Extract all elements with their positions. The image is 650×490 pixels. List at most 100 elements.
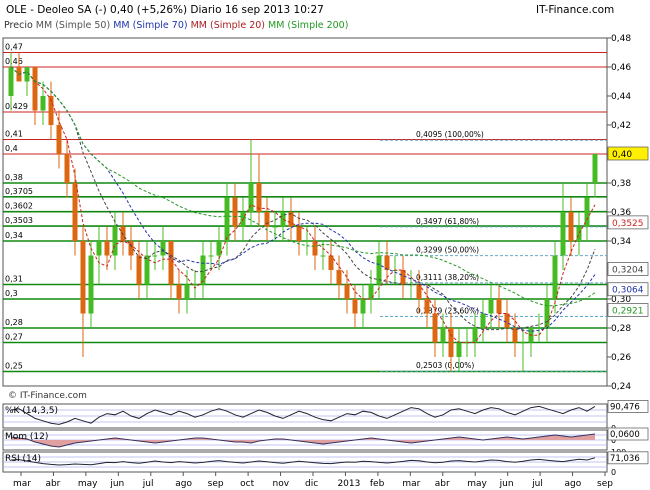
candle-body xyxy=(384,255,390,270)
candle-body xyxy=(40,96,46,111)
y-tick-label: 0,44 xyxy=(611,92,631,102)
candle-body xyxy=(440,328,446,343)
legend-text: Precio MM (Simple 50) MM (Simple 70) MM … xyxy=(4,20,348,31)
candle-body xyxy=(336,270,342,285)
fib-label: 0,4095 (100,00%) xyxy=(416,130,484,139)
candle-body xyxy=(360,299,366,314)
candle-body xyxy=(512,328,518,343)
fib-label: 0,3497 (61,80%) xyxy=(416,217,479,226)
price-marker-label: 0,3064 xyxy=(612,286,644,296)
candle-body xyxy=(112,226,118,256)
candle-body xyxy=(8,67,14,96)
x-tick-label: ago xyxy=(175,479,192,489)
indicator-title: Mom (12) xyxy=(5,432,48,442)
indicator-value-label: 90,476 xyxy=(610,402,640,412)
level-label: 0,41 xyxy=(5,130,23,139)
x-tick-label: abr xyxy=(435,479,450,489)
indicator-title: RSI (14) xyxy=(5,454,41,464)
legend-item: MM (Simple 70) xyxy=(110,20,187,31)
candle-body xyxy=(168,241,174,285)
x-tick-label: dic xyxy=(305,479,318,489)
candle-body xyxy=(152,255,158,257)
candle-body xyxy=(344,284,350,299)
candle-body xyxy=(104,241,110,256)
candle-body xyxy=(64,154,70,183)
momentum-panel: Mom (12) 00,0600 xyxy=(2,427,649,451)
x-tick-label: jun xyxy=(109,479,124,489)
x-tick-label: oct xyxy=(240,479,254,489)
candle-body xyxy=(320,255,326,257)
level-label: 0,27 xyxy=(5,333,23,342)
candle-body xyxy=(352,299,358,314)
level-label: 0,31 xyxy=(5,275,23,284)
candle-body xyxy=(424,299,430,314)
candle-body xyxy=(456,342,462,357)
candle-body xyxy=(264,212,270,227)
candle-body xyxy=(544,299,550,328)
x-tick-label: jul xyxy=(531,479,543,489)
x-tick-label: jul xyxy=(142,479,154,489)
indicator-title: %K (14,3,5) xyxy=(5,406,58,416)
indicator-value-label: 71,036 xyxy=(610,454,640,464)
candle-body xyxy=(32,67,38,111)
chart-header-brand: IT-Finance.com xyxy=(536,4,614,16)
level-label: 0,3602 xyxy=(5,202,33,211)
y-tick-label: 0,38 xyxy=(611,179,631,189)
level-label: 0,28 xyxy=(5,318,23,327)
x-tick-label: mar xyxy=(13,479,31,489)
candle-body xyxy=(72,183,78,241)
candle-body xyxy=(296,226,302,241)
watermark: © IT-Finance.com xyxy=(8,391,87,401)
y-tick-label: 0,46 xyxy=(611,63,631,73)
candle-body xyxy=(184,284,190,299)
candle-body xyxy=(304,241,310,242)
legend-item: MM (Simple 20) xyxy=(188,20,265,31)
price-marker-label: 0,3204 xyxy=(612,265,644,275)
candle-body xyxy=(200,255,206,285)
y-tick-label: 0,34 xyxy=(611,237,631,247)
x-tick-label: nov xyxy=(273,479,290,489)
candle-body xyxy=(136,255,142,285)
legend-item: MM (Simple 50) xyxy=(33,20,110,31)
level-label: 0,429 xyxy=(5,102,28,111)
candle-body xyxy=(56,125,62,154)
candle-body xyxy=(432,313,438,343)
x-tick-label: mar xyxy=(402,479,420,489)
candle-body xyxy=(536,328,542,329)
candle-body xyxy=(576,226,582,241)
candle-body xyxy=(208,255,214,257)
fib-label: 0,3111 (38,20%) xyxy=(416,273,479,282)
level-label: 0,34 xyxy=(5,231,23,240)
candle-body xyxy=(96,241,102,256)
price-marker-label: 0,2921 xyxy=(612,306,644,316)
indicator-y-tick: 0 xyxy=(611,468,616,477)
price-marker-label: 0,3525 xyxy=(612,219,644,229)
legend: Precio MM (Simple 50) MM (Simple 70) MM … xyxy=(4,20,348,31)
x-tick-label: sep xyxy=(208,479,224,489)
candle-body xyxy=(232,197,238,227)
candle-body xyxy=(552,255,558,299)
x-tick-label: feb xyxy=(370,479,385,489)
level-label: 0,47 xyxy=(5,43,23,52)
candle-body xyxy=(328,255,334,270)
price-panel: 0,47 0,46 0,429 0,41 0,4 0,38 0,3705 0,3602 0,35… xyxy=(2,34,649,392)
y-tick-label: 0,24 xyxy=(611,382,631,392)
legend-item: Precio xyxy=(4,20,33,31)
candle-body xyxy=(592,154,598,183)
candle-body xyxy=(80,241,86,314)
x-tick-label: may xyxy=(78,479,98,489)
candle-body xyxy=(416,284,422,299)
level-label: 0,25 xyxy=(5,362,23,371)
level-label: 0,46 xyxy=(5,57,23,66)
fib-label: 0,3299 (50,00%) xyxy=(416,246,479,255)
stochastic-panel: %K (14,3,5)100090,476 xyxy=(2,399,649,433)
x-tick-label: may xyxy=(467,479,487,489)
level-label: 0,38 xyxy=(5,173,23,182)
y-tick-label: 0,28 xyxy=(611,324,631,334)
level-label: 0,3705 xyxy=(5,187,33,196)
chart-header-title: OLE - Deoleo SA (-) 0,40 (+5,26%) Diario… xyxy=(6,4,324,16)
x-tick-label: abr xyxy=(45,479,60,489)
x-tick-label: jun xyxy=(499,479,514,489)
y-tick-label: 0,48 xyxy=(611,34,631,44)
x-tick-label: sep xyxy=(597,479,613,489)
